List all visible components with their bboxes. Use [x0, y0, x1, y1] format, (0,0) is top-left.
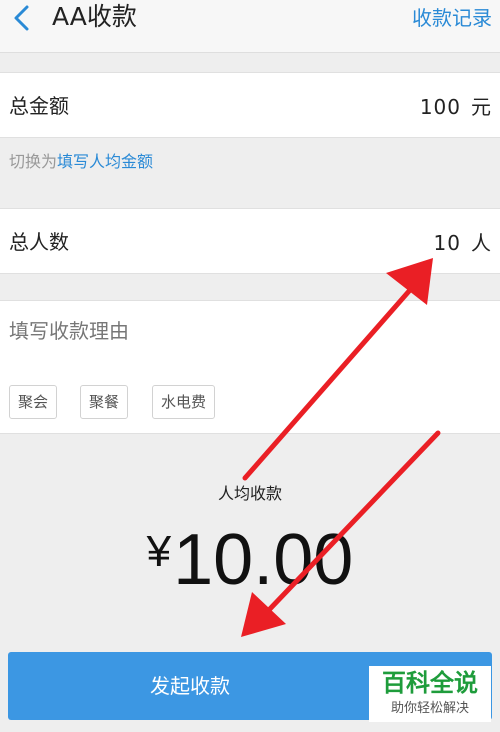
total-people-row[interactable]: 总人数 10 人: [0, 208, 500, 274]
back-chevron-icon[interactable]: [8, 3, 36, 33]
switch-mode-link[interactable]: 切换为填写人均金额: [9, 151, 153, 173]
collection-records-link[interactable]: 收款记录: [412, 3, 492, 33]
watermark-logo: 百科全说 助你轻松解决: [369, 666, 491, 722]
total-people-field[interactable]: 10 人: [434, 227, 492, 256]
total-amount-row[interactable]: 总金额 100 元: [0, 72, 500, 138]
total-people-label: 总人数: [9, 230, 69, 254]
watermark-subtitle: 助你轻松解决: [390, 701, 469, 716]
total-amount-value: 100: [419, 95, 461, 119]
tag-chip-utilities[interactable]: 水电费: [152, 385, 216, 419]
top-bar: AA收款 收款记录: [0, 0, 500, 53]
tag-chip-dinner[interactable]: 聚餐: [80, 385, 129, 419]
switch-mode-prefix: 切换为: [9, 152, 58, 171]
total-people-unit: 人: [471, 231, 492, 255]
total-amount-unit: 元: [471, 95, 492, 119]
per-person-amount: ¥10.00: [0, 512, 500, 600]
per-person-label: 人均收款: [217, 484, 282, 503]
page-title: AA收款: [52, 2, 137, 31]
total-amount-label: 总金额: [9, 94, 69, 118]
tag-chip-gathering[interactable]: 聚会: [9, 385, 58, 419]
total-people-value: 10: [433, 231, 461, 255]
reason-input[interactable]: 填写收款理由: [9, 316, 129, 346]
currency-symbol: ¥: [146, 527, 172, 576]
watermark-title: 百科全说: [382, 669, 478, 697]
total-amount-field[interactable]: 100 元: [420, 91, 492, 120]
per-person-amount-value: 10.00: [173, 520, 354, 600]
switch-mode-link-text[interactable]: 填写人均金额: [57, 152, 153, 171]
